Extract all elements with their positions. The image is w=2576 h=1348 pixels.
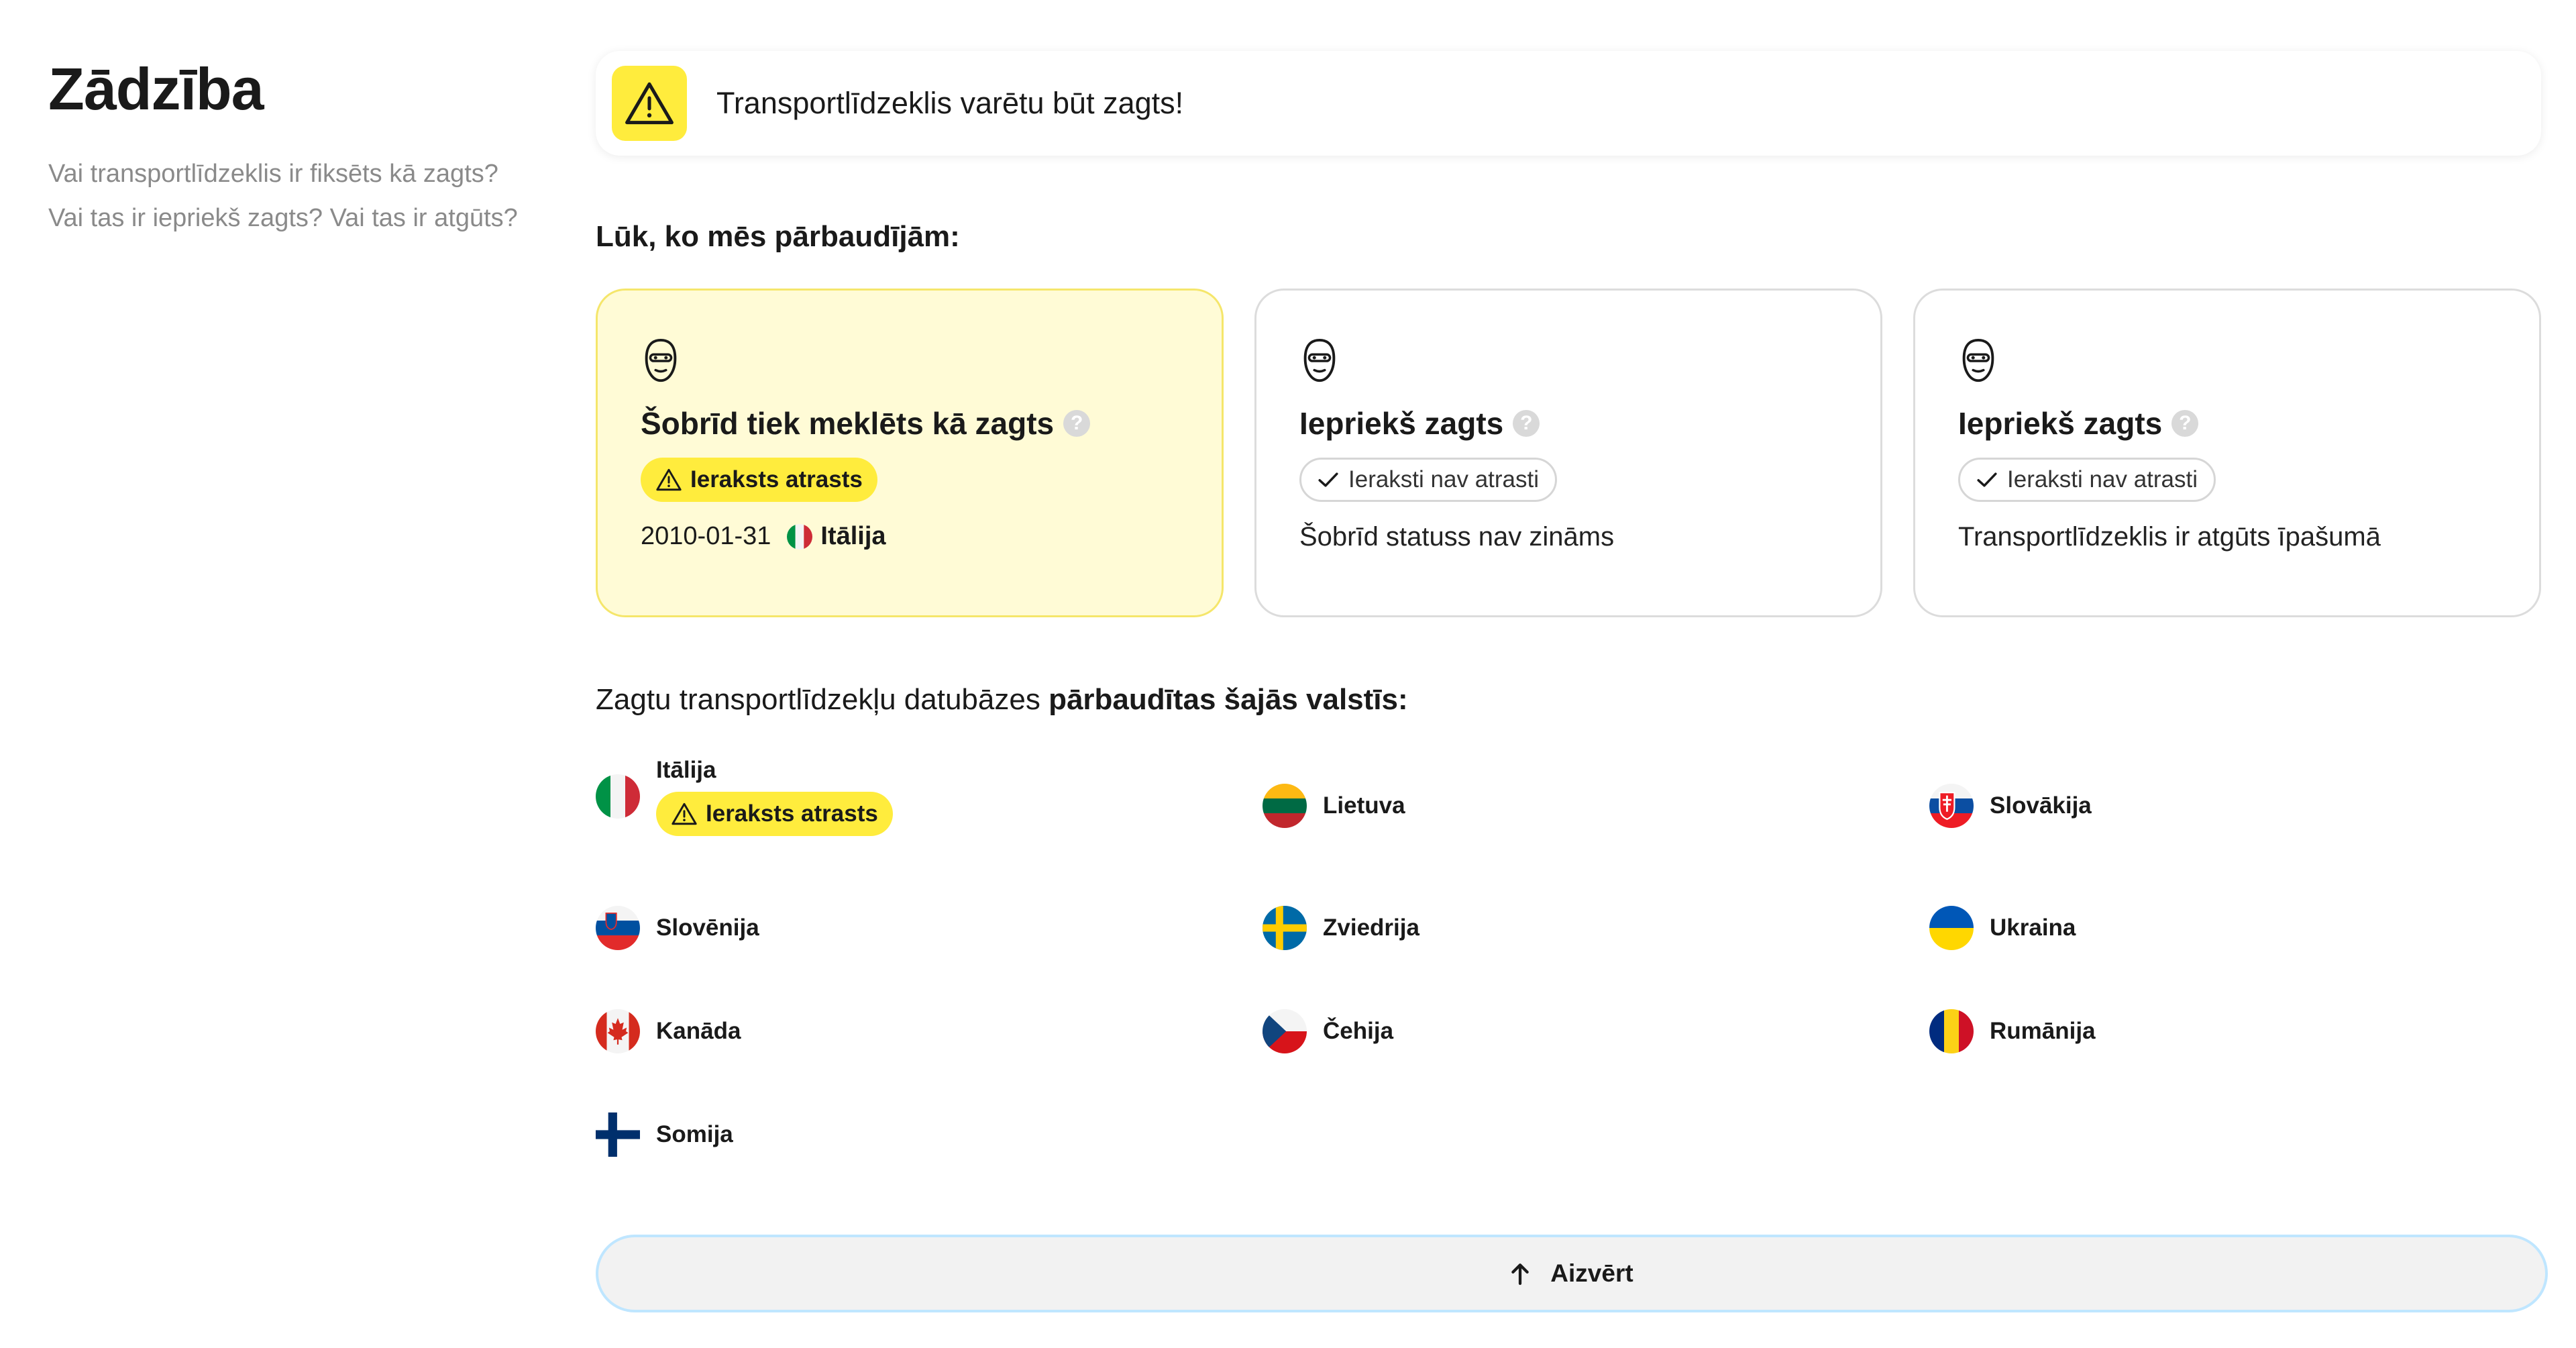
country-item-romania: Rumānija bbox=[1929, 1009, 2096, 1053]
stolen-alert: Transportlīdzeklis varētu būt zagts! bbox=[596, 51, 2541, 156]
sweden-flag-icon bbox=[1263, 906, 1307, 950]
country-name: Zviedrija bbox=[1323, 915, 1419, 941]
close-button-label: Aizvērt bbox=[1550, 1259, 1633, 1287]
country-item-slovenia: Slovēnija bbox=[596, 906, 759, 950]
slovakia-flag-icon bbox=[1929, 784, 1974, 828]
country-item-czechia: Čehija bbox=[1263, 1009, 1393, 1053]
country-item-sweden: Zviedrija bbox=[1263, 906, 1419, 950]
main-content: Transportlīdzeklis varētu būt zagts! Lūk… bbox=[596, 51, 2541, 1240]
help-icon[interactable]: ? bbox=[1063, 410, 1091, 437]
country-item-italy: Itālija Ieraksts atrasts bbox=[596, 757, 893, 836]
sidebar: Zādzība Vai transportlīdzeklis ir fiksēt… bbox=[48, 54, 518, 240]
lithuania-flag-icon bbox=[1263, 784, 1307, 828]
database-title: Zagtu transportlīdzekļu datubāzes pārbau… bbox=[596, 683, 1408, 716]
check-icon bbox=[1977, 472, 1997, 487]
card-status-note: Šobrīd statuss nav zināms bbox=[1299, 522, 1615, 552]
check-cards: Šobrīd tiek meklēts kā zagts ? Ieraksts … bbox=[596, 289, 2541, 617]
help-icon[interactable]: ? bbox=[1513, 410, 1540, 437]
no-records-badge: Ieraksti nav atrasti bbox=[1299, 458, 1557, 502]
country-name: Čehija bbox=[1323, 1018, 1394, 1044]
warning-icon bbox=[656, 468, 682, 491]
thief-mask-icon bbox=[1303, 338, 1336, 382]
page-description: Vai transportlīdzeklis ir fiksēts kā zag… bbox=[48, 159, 518, 232]
romania-flag-icon bbox=[1929, 1009, 1974, 1053]
warning-icon bbox=[672, 802, 697, 825]
country-name: Rumānija bbox=[1990, 1018, 2096, 1044]
slovenia-flag-icon bbox=[596, 906, 640, 950]
check-card-currently-stolen: Šobrīd tiek meklēts kā zagts ? Ieraksts … bbox=[596, 289, 1224, 617]
card-title: Iepriekš zagts bbox=[1299, 406, 1504, 441]
country-item-finland: Somija bbox=[596, 1112, 733, 1157]
checked-title: Lūk, ko mēs pārbaudījām: bbox=[596, 220, 960, 253]
alert-text: Transportlīdzeklis varētu būt zagts! bbox=[716, 86, 1184, 120]
no-records-badge: Ieraksti nav atrasti bbox=[1958, 458, 2216, 502]
czechia-flag-icon bbox=[1263, 1009, 1307, 1053]
check-card-previously-stolen: Iepriekš zagts ? Ieraksti nav atrasti Šo… bbox=[1254, 289, 1882, 617]
help-icon[interactable]: ? bbox=[2171, 410, 2199, 437]
country-item-ukraine: Ukraina bbox=[1929, 906, 2076, 950]
italy-flag-icon bbox=[596, 774, 640, 819]
record-found-badge: Ieraksts atrasts bbox=[641, 458, 877, 502]
thief-mask-icon bbox=[645, 338, 677, 382]
country-name: Slovēnija bbox=[656, 915, 759, 941]
card-status-note: Transportlīdzeklis ir atgūts īpašumā bbox=[1958, 522, 2381, 552]
card-title: Iepriekš zagts bbox=[1958, 406, 2163, 441]
card-title: Šobrīd tiek meklēts kā zagts bbox=[641, 406, 1055, 441]
country-item-slovakia: Slovākija bbox=[1929, 784, 2092, 828]
canada-flag-icon bbox=[596, 1009, 640, 1053]
country-item-lithuania: Lietuva bbox=[1263, 784, 1405, 828]
thief-mask-icon bbox=[1962, 338, 1994, 382]
country-name: Slovākija bbox=[1990, 792, 2092, 819]
record-found-badge: Ieraksts atrasts bbox=[656, 792, 893, 836]
ukraine-flag-icon bbox=[1929, 906, 1974, 950]
country-list: Itālija Ieraksts atrasts Lietuva Slovāki… bbox=[596, 757, 2541, 1240]
record-country: Itālija bbox=[820, 522, 886, 550]
close-button[interactable]: Aizvērt bbox=[596, 1235, 2548, 1312]
check-card-recovered: Iepriekš zagts ? Ieraksti nav atrasti Tr… bbox=[1913, 289, 2541, 617]
italy-flag-icon bbox=[787, 523, 813, 550]
country-item-canada: Kanāda bbox=[596, 1009, 741, 1053]
country-name: Itālija bbox=[656, 757, 716, 783]
record-date: 2010-01-31 bbox=[641, 522, 771, 550]
country-name: Lietuva bbox=[1323, 792, 1405, 819]
country-name: Kanāda bbox=[656, 1018, 741, 1044]
country-name: Somija bbox=[656, 1121, 733, 1147]
country-name: Ukraina bbox=[1990, 915, 2076, 941]
finland-flag-icon bbox=[596, 1112, 640, 1157]
arrow-up-icon bbox=[1511, 1263, 1529, 1285]
page-title: Zādzība bbox=[48, 56, 264, 122]
check-icon bbox=[1318, 472, 1338, 487]
warning-icon bbox=[612, 66, 687, 141]
